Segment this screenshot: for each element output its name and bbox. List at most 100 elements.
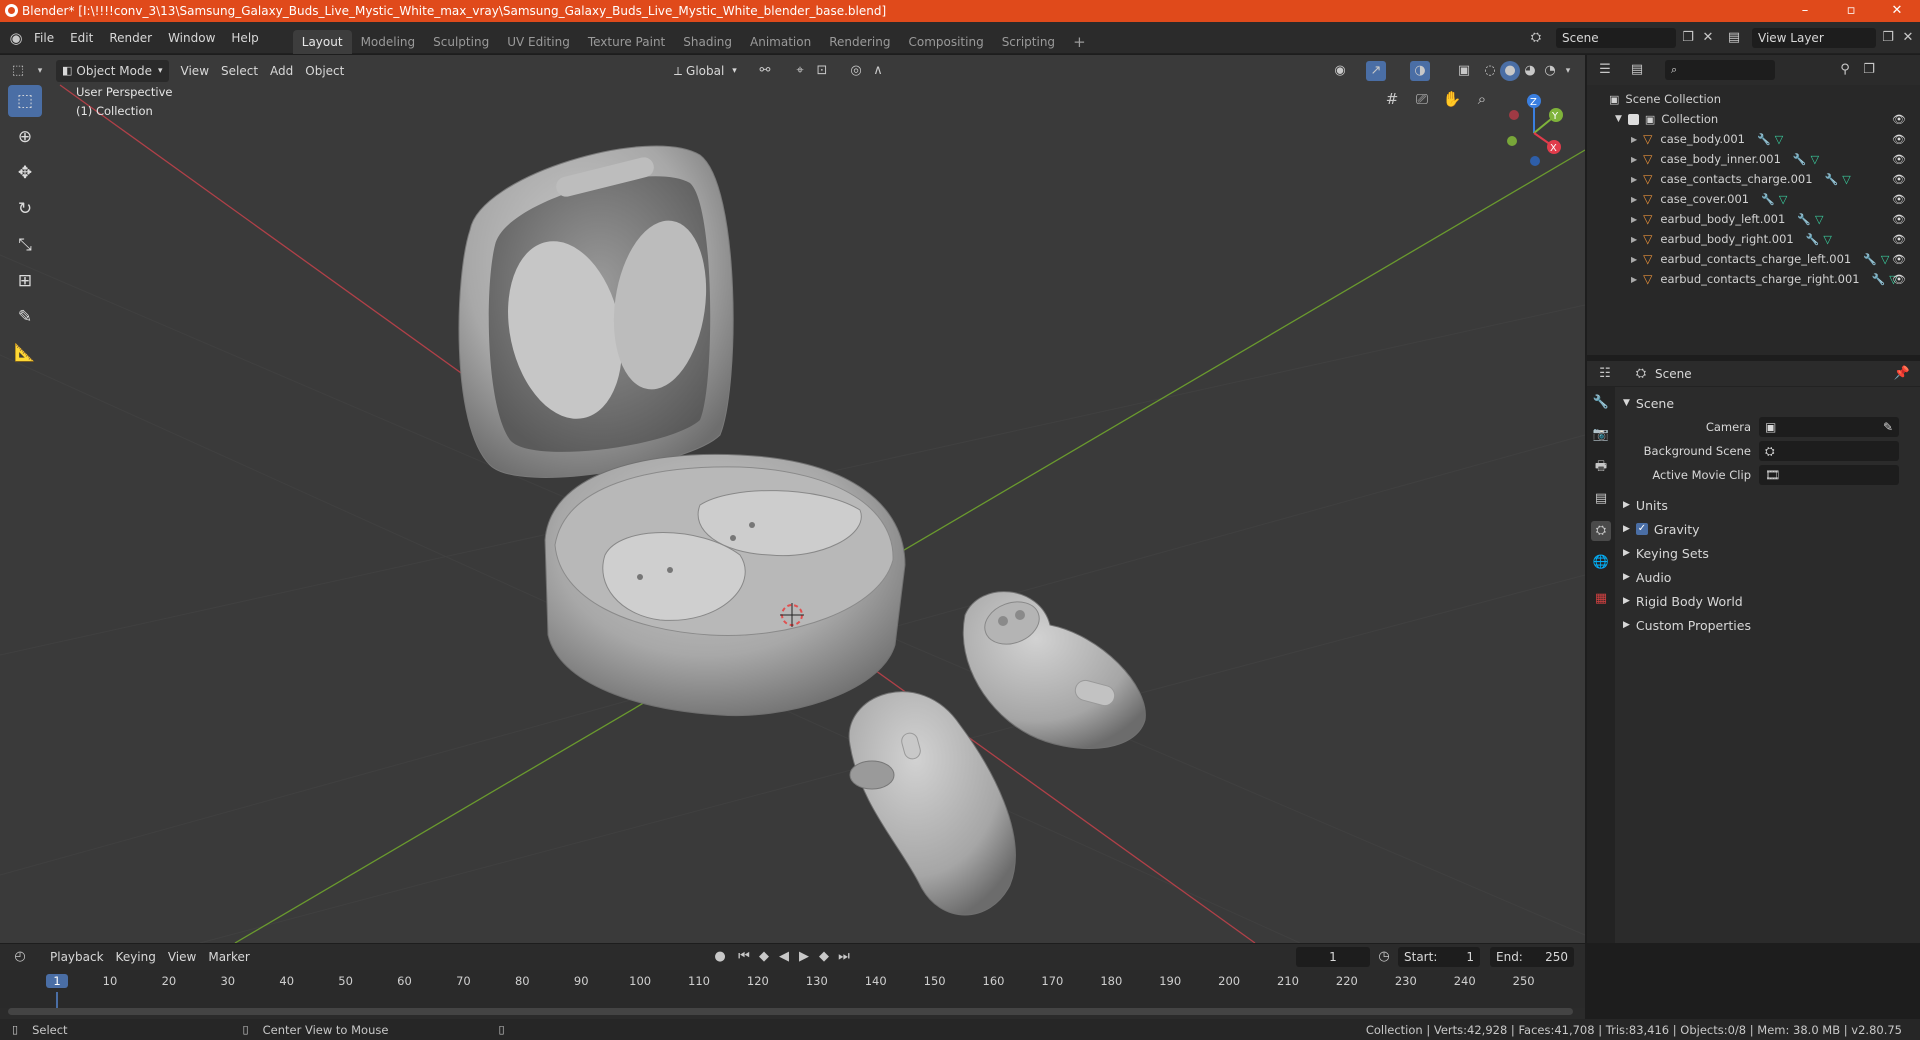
record-icon[interactable]: ● (710, 947, 730, 967)
eye-icon[interactable]: 👁 (1892, 173, 1906, 186)
mesh-data-icon[interactable]: ▽ (1881, 253, 1889, 266)
chevron-right-icon[interactable]: ▶ (1631, 275, 1637, 284)
menu-file[interactable]: File (26, 27, 62, 49)
view-layer-icon[interactable]: ▤ (1724, 28, 1744, 48)
modifier-wrench-icon[interactable]: 🔧 (1797, 213, 1811, 226)
menu-object[interactable]: Object (299, 60, 350, 82)
xray-icon[interactable]: ▣ (1454, 61, 1474, 81)
snap-target-icon[interactable]: ⊡ (812, 61, 832, 81)
tab-rendering[interactable]: Rendering (820, 30, 899, 54)
pin-icon[interactable]: 📌 (1892, 364, 1912, 384)
filter-icon[interactable]: ⚲ (1835, 60, 1855, 80)
mesh-data-icon[interactable]: ▽ (1842, 173, 1850, 186)
timeline-editor-icon[interactable]: ◴ (10, 947, 30, 967)
chevron-right-icon[interactable]: ▶ (1631, 235, 1637, 244)
close-button[interactable]: ✕ (1874, 0, 1920, 22)
earbud-left[interactable] (848, 691, 1016, 916)
tab-shading[interactable]: Shading (674, 30, 741, 54)
tool-tab-icon[interactable]: 🔧 (1591, 393, 1611, 413)
tab-animation[interactable]: Animation (741, 30, 820, 54)
solid-shading-icon[interactable]: ● (1500, 61, 1520, 81)
remove-scene-icon[interactable]: ✕ (1698, 28, 1718, 48)
eye-icon[interactable]: 👁 (1892, 113, 1906, 126)
scene-icon[interactable]: ⛭ (1526, 28, 1546, 48)
tab-scripting[interactable]: Scripting (993, 30, 1064, 54)
pivot-icon[interactable]: ⚯ (755, 61, 775, 81)
play-reverse-icon[interactable]: ◀ (774, 947, 794, 967)
rendered-shading-icon[interactable]: ◔ (1540, 61, 1560, 81)
rigid-body-world-subpanel[interactable]: ▶ Rigid Body World (1619, 589, 1916, 613)
tree-row-object[interactable]: ▶ ▽ earbud_contacts_charge_right.001 🔧 ▽ 👁 (1587, 269, 1920, 289)
menu-add[interactable]: Add (264, 60, 299, 82)
proportional-edit-icon[interactable]: ◎ (846, 61, 866, 81)
mesh-data-icon[interactable]: ▽ (1811, 153, 1819, 166)
prev-keyframe-icon[interactable]: ◆ (754, 947, 774, 967)
menu-timeline-view[interactable]: View (162, 946, 202, 968)
tree-row-object[interactable]: ▶ ▽ case_cover.001 🔧 ▽ 👁 (1587, 189, 1920, 209)
mesh-data-icon[interactable]: ▽ (1823, 233, 1831, 246)
tree-row-object[interactable]: ▶ ▽ earbud_body_left.001 🔧 ▽ 👁 (1587, 209, 1920, 229)
modifier-wrench-icon[interactable]: 🔧 (1761, 193, 1775, 206)
texture-tab-icon[interactable]: ▦ (1591, 589, 1611, 609)
world-tab-icon[interactable]: 🌐 (1591, 553, 1611, 573)
play-icon[interactable]: ▶ (794, 947, 814, 967)
eye-icon[interactable]: 👁 (1892, 273, 1906, 286)
mesh-data-icon[interactable]: ▽ (1779, 193, 1787, 206)
new-collection-icon[interactable]: ❐ (1859, 60, 1879, 80)
menu-keying[interactable]: Keying (110, 946, 162, 968)
end-frame-field[interactable]: End: 250 (1490, 947, 1574, 967)
modifier-wrench-icon[interactable]: 🔧 (1806, 233, 1820, 246)
modifier-wrench-icon[interactable]: 🔧 (1872, 273, 1886, 286)
menu-playback[interactable]: Playback (44, 946, 110, 968)
active-movie-clip-field[interactable]: 🎞 (1759, 465, 1899, 485)
outliner-search-input[interactable]: ⌕ (1665, 60, 1775, 80)
menu-render[interactable]: Render (101, 27, 160, 49)
modifier-wrench-icon[interactable]: 🔧 (1793, 153, 1807, 166)
material-shading-icon[interactable]: ◕ (1520, 61, 1540, 81)
scene-panel-header[interactable]: ▼ Scene (1619, 391, 1916, 415)
remove-view-layer-icon[interactable]: ✕ (1898, 28, 1918, 48)
tab-layout[interactable]: Layout (292, 29, 352, 54)
move-tool-icon[interactable]: ✥ (8, 157, 42, 189)
tab-texture-paint[interactable]: Texture Paint (579, 30, 674, 54)
start-frame-field[interactable]: Start: 1 (1398, 947, 1480, 967)
rotate-tool-icon[interactable]: ↻ (8, 193, 42, 225)
tree-row-scene-collection[interactable]: ▣ Scene Collection (1587, 89, 1920, 109)
playhead-frame-label[interactable]: 1 (46, 974, 68, 988)
eye-icon[interactable]: 👁 (1892, 233, 1906, 246)
new-view-layer-icon[interactable]: ❐ (1878, 28, 1898, 48)
earbud-right[interactable] (962, 591, 1146, 749)
gravity-subpanel[interactable]: ▶ ✓ Gravity (1619, 517, 1916, 541)
jump-end-icon[interactable]: ⏭ (834, 947, 854, 967)
custom-properties-subpanel[interactable]: ▶ Custom Properties (1619, 613, 1916, 637)
tree-row-collection[interactable]: ▼ ▣ Collection 👁 (1587, 109, 1920, 129)
scene-tab-icon[interactable]: ⛭ (1591, 521, 1611, 541)
chevron-right-icon[interactable]: ▶ (1631, 255, 1637, 264)
gizmo-toggle-icon[interactable]: ↗ (1366, 61, 1386, 81)
mesh-data-icon[interactable]: ▽ (1815, 213, 1823, 226)
jump-start-icon[interactable]: ⏮ (734, 947, 754, 967)
tab-modeling[interactable]: Modeling (352, 30, 425, 54)
chevron-right-icon[interactable]: ▶ (1631, 155, 1637, 164)
minimize-button[interactable]: – (1782, 0, 1828, 22)
navigation-gizmo[interactable]: Z Y X (1496, 85, 1576, 175)
transform-orientation-dropdown[interactable]: ⟂ Global ▾ (668, 60, 743, 82)
cursor-tool-icon[interactable]: ⊕ (8, 121, 42, 153)
display-mode-icon[interactable]: ▤ (1627, 60, 1647, 80)
grid-view-icon[interactable]: # (1382, 89, 1402, 109)
render-tab-icon[interactable]: 📷 (1591, 425, 1611, 445)
tab-sculpting[interactable]: Sculpting (424, 30, 498, 54)
tab-uv-editing[interactable]: UV Editing (498, 30, 579, 54)
3d-viewport[interactable]: ⬚ ▾ ◧ Object Mode ▾ View Select Add Obje… (0, 55, 1585, 943)
tab-compositing[interactable]: Compositing (899, 30, 992, 54)
eye-icon[interactable]: 👁 (1892, 133, 1906, 146)
menu-window[interactable]: Window (160, 27, 223, 49)
units-subpanel[interactable]: ▶ Units (1619, 493, 1916, 517)
view-layer-field[interactable]: View Layer (1752, 28, 1876, 48)
gravity-checkbox[interactable]: ✓ (1635, 523, 1648, 535)
current-frame-field[interactable]: 1 (1296, 947, 1370, 967)
chevron-right-icon[interactable]: ▶ (1631, 215, 1637, 224)
transform-tool-icon[interactable]: ⊞ (8, 265, 42, 297)
camera-field[interactable]: ▣ ✎ (1759, 417, 1899, 437)
chevron-right-icon[interactable]: ▶ (1631, 195, 1637, 204)
